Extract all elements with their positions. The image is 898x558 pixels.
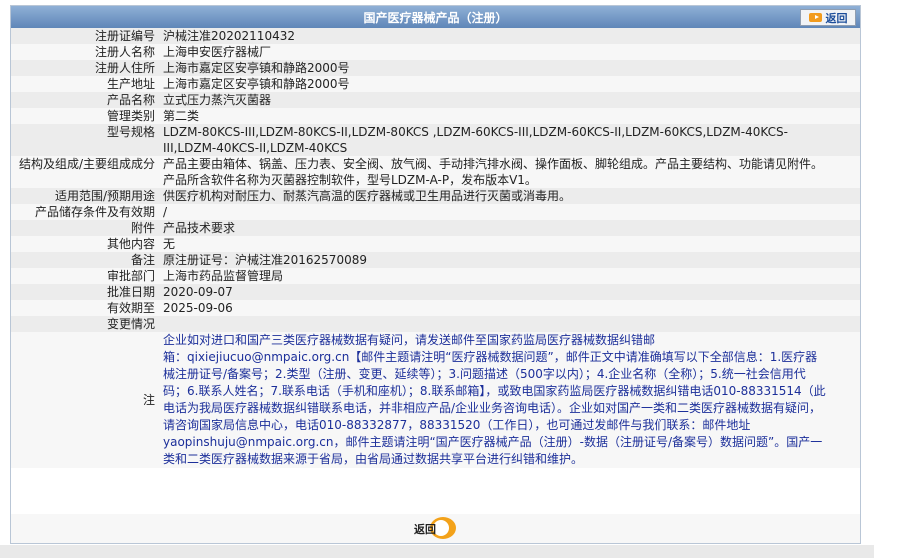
note-line: 企业如对进口和国产三类医疗器械数据有疑问，请发送邮件至国家药监局医疗器械数据纠错… bbox=[163, 333, 656, 347]
row-label: 管理类别 bbox=[106, 109, 155, 123]
note-line: 箱：qixiejiucuo@nmpaic.org.cn【邮件主题请注明“医疗器械… bbox=[163, 350, 818, 364]
note-text: 企业如对进口和国产三类医疗器械数据有疑问，请发送邮件至国家药监局医疗器械数据纠错… bbox=[159, 332, 860, 468]
row-label: 适用范围/预期用途 bbox=[54, 189, 155, 203]
row-value-line: 沪械注准20202110432 bbox=[163, 29, 295, 43]
detail-panel: 国产医疗器械产品（注册） 返回 注册证编号 沪械注准20202110432 注册人名… bbox=[10, 5, 861, 544]
row-value: 第二类 bbox=[159, 108, 860, 124]
row-value-line: 产品技术要求 bbox=[163, 221, 236, 235]
row-label: 产品名称 bbox=[106, 93, 155, 107]
page-bottom-bar bbox=[0, 545, 874, 558]
detail-row: 适用范围/预期用途 供医疗机构对耐压力、耐蒸汽高温的医疗器械或卫生用品进行灭菌或消… bbox=[11, 188, 860, 204]
note-row: 注 企业如对进口和国产三类医疗器械数据有疑问，请发送邮件至国家药监局医疗器械数据纠… bbox=[11, 332, 860, 468]
note-label: 注 bbox=[142, 393, 155, 407]
row-value-line: / bbox=[163, 205, 168, 219]
row-value: 2020-09-07 bbox=[159, 284, 860, 300]
row-value: 上海申安医疗器械厂 bbox=[159, 44, 860, 60]
row-label: 变更情况 bbox=[106, 317, 155, 331]
row-label: 产品储存条件及有效期 bbox=[34, 205, 155, 219]
row-value-line bbox=[163, 316, 854, 332]
row-label: 注册人名称 bbox=[94, 45, 155, 59]
row-value: 供医疗机构对耐压力、耐蒸汽高温的医疗器械或卫生用品进行灭菌或消毒用。 bbox=[159, 188, 860, 204]
note-line: 械注册证号/备案号；2.类型（注册、变更、延续等）；3.问题描述（500字以内）… bbox=[163, 367, 806, 381]
row-value-line: 产品所含软件名称为灭菌器控制软件，型号LDZM-A-P，发布版本V1。 bbox=[163, 173, 537, 187]
row-value-line: 供医疗机构对耐压力、耐蒸汽高温的医疗器械或卫生用品进行灭菌或消毒用。 bbox=[163, 189, 572, 203]
detail-row: 变更情况 bbox=[11, 316, 860, 332]
row-value-line: 立式压力蒸汽灭菌器 bbox=[163, 93, 272, 107]
row-value: 上海市嘉定区安亭镇和静路2000号 bbox=[159, 76, 860, 92]
row-label: 批准日期 bbox=[106, 285, 155, 299]
row-value bbox=[159, 316, 860, 332]
detail-table: 注册证编号 沪械注准20202110432 注册人名称 上海申安医疗器械厂 注册人住所上… bbox=[11, 28, 860, 468]
row-value-line: LDZM-80KCS-III,LDZM-80KCS-II,LDZM-80KCS … bbox=[163, 125, 788, 139]
row-value: 立式压力蒸汽灭菌器 bbox=[159, 92, 860, 108]
page-title: 国产医疗器械产品（注册） bbox=[363, 11, 508, 25]
note-line: yaopinshuju@nmpaic.org.cn，邮件主题请注明“国产医疗器械… bbox=[163, 435, 823, 449]
row-label: 其他内容 bbox=[106, 237, 155, 251]
note-line: 请咨询国家局信息中心，电话010-88332877，88331520（工作日），… bbox=[163, 418, 751, 432]
back-button-label: 返回 bbox=[825, 11, 848, 25]
row-value-line: 第二类 bbox=[163, 109, 200, 123]
title-bar: 国产医疗器械产品（注册） 返回 bbox=[11, 6, 860, 28]
row-value: 沪械注准20202110432 bbox=[159, 28, 860, 44]
note-line: 电话为我局医疗器械数据纠错联系电话，并非相应产品/企业业务咨询电话）。企业如对国… bbox=[163, 401, 822, 415]
row-value: / bbox=[159, 204, 860, 220]
scrollbar-area[interactable] bbox=[874, 0, 898, 558]
row-value-line: III,LDZM-40KCS-II,LDZM-40KCS bbox=[163, 141, 348, 155]
note-line: 类和二类医疗器械数据来源于省局，由省局通过数据共享平台进行纠错和维护。 bbox=[163, 452, 584, 466]
row-value-line: 上海市嘉定区安亭镇和静路2000号 bbox=[163, 61, 350, 75]
row-label: 生产地址 bbox=[106, 77, 155, 91]
back-arrow-icon bbox=[808, 13, 822, 22]
detail-row: 注册证编号 沪械注准20202110432 bbox=[11, 28, 860, 44]
detail-row: 审批部门 上海市药品监督管理局 bbox=[11, 268, 860, 284]
detail-row: 型号规格 LDZM-80KCS-III,LDZM-80KCS-II,LDZM-80… bbox=[11, 124, 860, 156]
row-label: 结构及组成/主要组成成分 bbox=[18, 157, 155, 171]
detail-row: 批准日期 2020-09-07 bbox=[11, 284, 860, 300]
detail-row: 有效期至 2025-09-06 bbox=[11, 300, 860, 316]
note-line: 码；6.联系人姓名；7.联系电话（手机和座机）；8.联系邮箱】，或致电国家药监局… bbox=[163, 384, 826, 398]
row-label: 有效期至 bbox=[106, 301, 155, 315]
row-label: 备注 bbox=[130, 253, 155, 267]
row-value-line: 产品主要由箱体、锅盖、压力表、安全阀、放气阀、手动排汽排水阀、操作面板、脚轮组成… bbox=[163, 157, 824, 171]
row-value-line: 上海市嘉定区安亭镇和静路2000号 bbox=[163, 77, 350, 91]
row-value-line: 2025-09-06 bbox=[163, 301, 233, 315]
row-value: 无 bbox=[159, 236, 860, 252]
row-value: LDZM-80KCS-III,LDZM-80KCS-II,LDZM-80KCS … bbox=[159, 124, 860, 156]
row-label: 审批部门 bbox=[106, 269, 155, 283]
row-value-line: 原注册证号：沪械注准20162570089 bbox=[163, 253, 367, 267]
row-value: 上海市药品监督管理局 bbox=[159, 268, 860, 284]
back-button-bottom-label: 返回 bbox=[414, 523, 436, 536]
row-value: 原注册证号：沪械注准20162570089 bbox=[159, 252, 860, 268]
detail-row: 附件 产品技术要求 bbox=[11, 220, 860, 236]
detail-row: 产品储存条件及有效期 / bbox=[11, 204, 860, 220]
row-value: 2025-09-06 bbox=[159, 300, 860, 316]
detail-row: 注册人名称 上海申安医疗器械厂 bbox=[11, 44, 860, 60]
footer-bar: 返回 bbox=[11, 514, 860, 543]
detail-row: 结构及组成/主要组成成分 产品主要由箱体、锅盖、压力表、安全阀、放气阀、手动排汽排… bbox=[11, 156, 860, 188]
row-value-line: 无 bbox=[163, 237, 176, 251]
row-value-line: 上海申安医疗器械厂 bbox=[163, 45, 272, 59]
row-value: 产品主要由箱体、锅盖、压力表、安全阀、放气阀、手动排汽排水阀、操作面板、脚轮组成… bbox=[159, 156, 860, 188]
row-label: 型号规格 bbox=[106, 125, 155, 139]
detail-row: 备注 原注册证号：沪械注准20162570089 bbox=[11, 252, 860, 268]
row-label: 注册人住所 bbox=[94, 61, 155, 75]
row-value-line: 上海市药品监督管理局 bbox=[163, 269, 284, 283]
detail-row: 其他内容无 bbox=[11, 236, 860, 252]
back-button-top[interactable]: 返回 bbox=[800, 9, 856, 26]
row-label: 附件 bbox=[130, 221, 155, 235]
detail-row: 产品名称 立式压力蒸汽灭菌器 bbox=[11, 92, 860, 108]
row-value: 上海市嘉定区安亭镇和静路2000号 bbox=[159, 60, 860, 76]
row-value-line: 2020-09-07 bbox=[163, 285, 233, 299]
row-label: 注册证编号 bbox=[94, 29, 155, 43]
detail-row: 注册人住所 上海市嘉定区安亭镇和静路2000号 bbox=[11, 60, 860, 76]
row-value: 产品技术要求 bbox=[159, 220, 860, 236]
detail-row: 生产地址 上海市嘉定区安亭镇和静路2000号 bbox=[11, 76, 860, 92]
detail-row: 管理类别 第二类 bbox=[11, 108, 860, 124]
back-button-bottom[interactable]: 返回 bbox=[414, 517, 458, 539]
